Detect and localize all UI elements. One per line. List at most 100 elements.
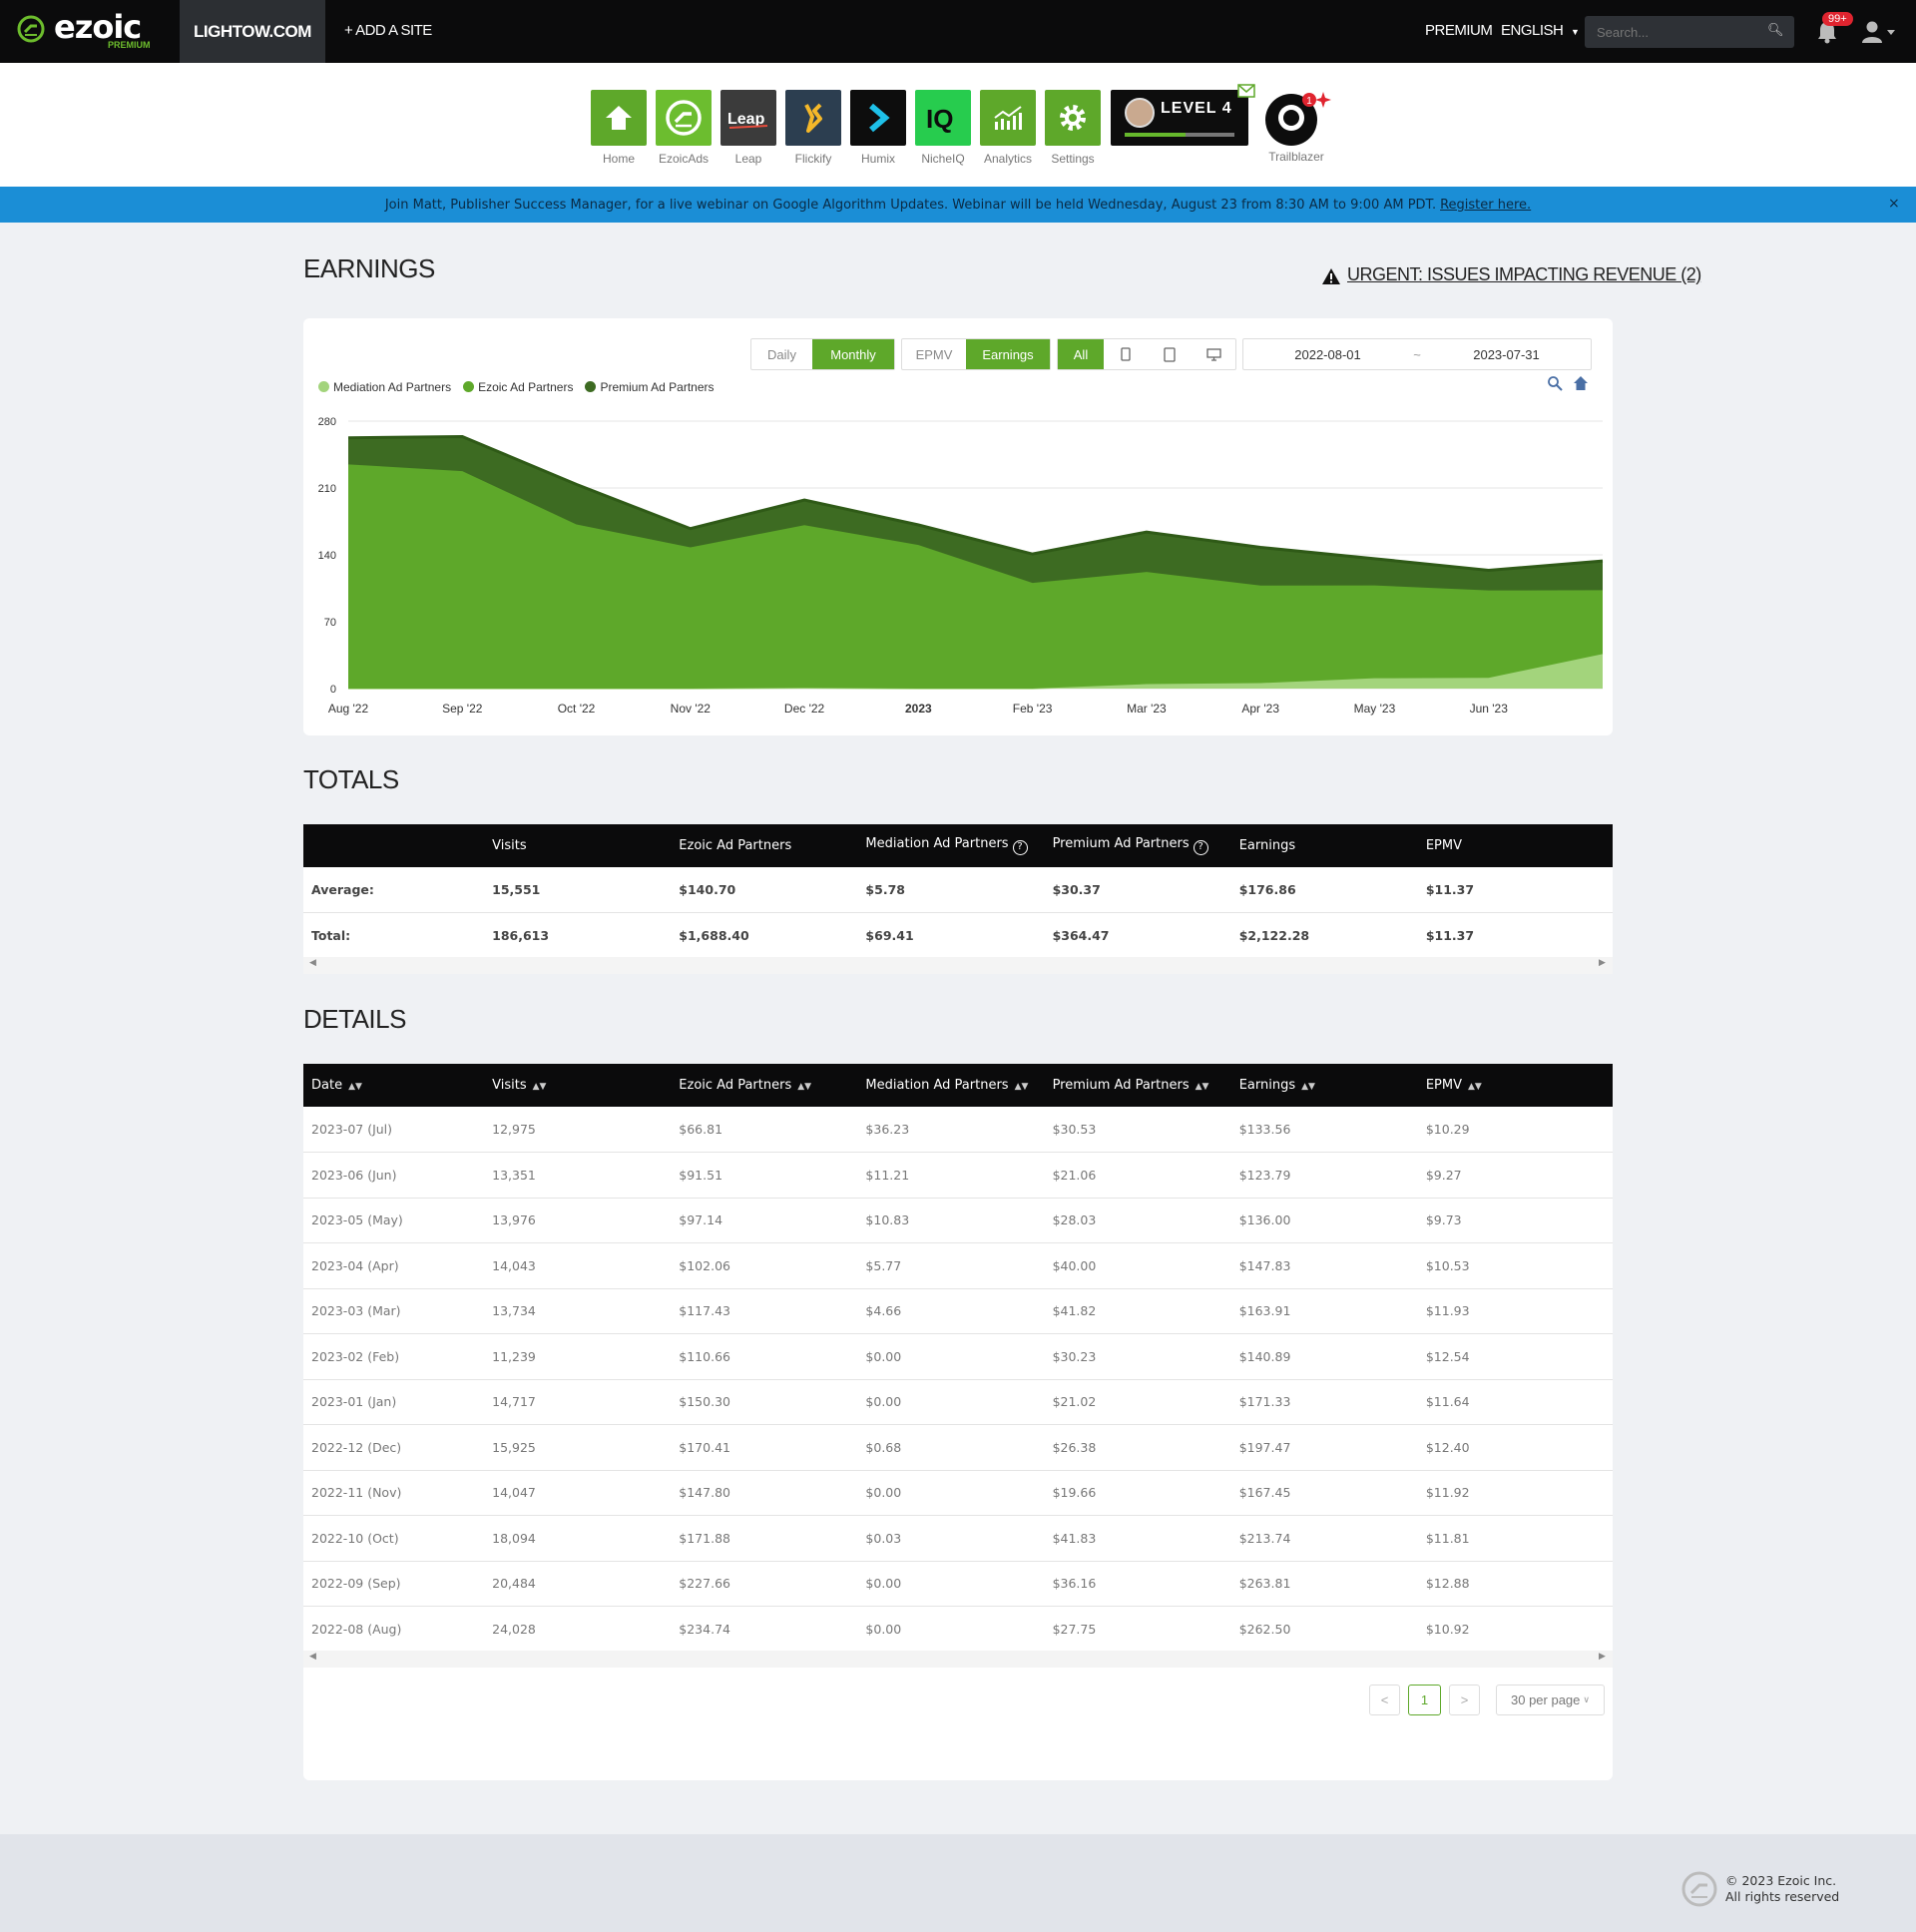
device-tablet-button[interactable] xyxy=(1148,339,1192,369)
details-horizontal-scrollbar[interactable]: ◀ ▶ xyxy=(303,1651,1613,1668)
zoom-icon[interactable] xyxy=(1547,375,1563,391)
banner-close-icon[interactable]: × xyxy=(1888,196,1900,212)
scroll-right-icon[interactable]: ▶ xyxy=(1599,958,1606,968)
app-trailblazer[interactable]: 1 Trailblazer xyxy=(1261,90,1331,164)
x-tick-label: Mar '23 xyxy=(1127,702,1167,716)
earnings-area-chart: 0 70 140 210 280 Aug '22 Sep '22 Oct '22 Nov '22… xyxy=(318,416,1604,716)
table-cell: $262.50 xyxy=(1238,1606,1426,1653)
svg-text:IQ: IQ xyxy=(926,104,953,133)
table-cell: $163.91 xyxy=(1238,1288,1426,1334)
table-cell: 2023-07 (Jul) xyxy=(303,1107,493,1153)
app-home[interactable]: Home xyxy=(591,90,647,166)
sort-icon[interactable]: ▲▼ xyxy=(1196,1082,1209,1092)
page-1-button[interactable]: 1 xyxy=(1408,1685,1441,1715)
scroll-left-icon[interactable]: ◀ xyxy=(309,1652,316,1662)
table-row: Total: 186,613 $1,688.40 $69.41 $364.47 $2,12… xyxy=(303,912,1613,959)
register-link[interactable]: Register here. xyxy=(1440,198,1531,213)
column-header[interactable]: EPMV ▲▼ xyxy=(1425,1064,1613,1107)
level-widget[interactable]: LEVEL 4 xyxy=(1111,84,1255,146)
app-humix[interactable]: Humix xyxy=(850,90,906,166)
search-icon[interactable]: 🔍︎ xyxy=(1767,23,1784,38)
urgent-issues-link[interactable]: URGENT: ISSUES IMPACTING REVENUE (2) xyxy=(1347,264,1701,285)
table-row: 2022-09 (Sep) 20,484 $227.66 $0.00 $36.16 $26… xyxy=(303,1561,1613,1607)
table-cell: $147.83 xyxy=(1238,1242,1426,1289)
device-desktop-button[interactable] xyxy=(1192,339,1235,369)
y-tick-label: 0 xyxy=(330,684,336,696)
flickify-icon xyxy=(785,90,841,146)
mail-icon[interactable] xyxy=(1237,84,1255,98)
mobile-icon xyxy=(1121,347,1131,361)
user-menu-icon[interactable] xyxy=(1860,20,1896,44)
device-mobile-button[interactable] xyxy=(1104,339,1148,369)
app-leap[interactable]: Leap Leap xyxy=(720,90,776,166)
ezoic-logo-icon xyxy=(17,15,45,43)
table-cell: 13,976 xyxy=(492,1198,680,1243)
add-site-link[interactable]: + ADD A SITE xyxy=(344,22,432,39)
legend-item-ezoic[interactable]: Ezoic Ad Partners xyxy=(463,380,573,394)
legend-item-mediation[interactable]: Mediation Ad Partners xyxy=(318,380,451,394)
scroll-left-icon[interactable]: ◀ xyxy=(309,958,316,968)
date-end[interactable]: 2023-07-31 xyxy=(1422,339,1591,369)
premium-link[interactable]: PREMIUM xyxy=(1425,22,1493,39)
sort-icon[interactable]: ▲▼ xyxy=(1301,1082,1315,1092)
totals-horizontal-scrollbar[interactable]: ◀ ▶ xyxy=(303,957,1613,974)
column-header[interactable]: Earnings ▲▼ xyxy=(1238,1064,1426,1107)
reset-zoom-home-icon[interactable] xyxy=(1573,375,1589,391)
metric-epmv-button[interactable]: EPMV xyxy=(902,339,966,369)
table-cell: $147.80 xyxy=(679,1470,866,1516)
next-page-button[interactable]: > xyxy=(1449,1685,1480,1715)
table-cell: $10.29 xyxy=(1425,1107,1613,1153)
language-dropdown[interactable]: ENGLISH ▼ xyxy=(1501,22,1580,39)
date-start[interactable]: 2022-08-01 xyxy=(1243,339,1412,369)
sort-icon[interactable]: ▲▼ xyxy=(1468,1082,1482,1092)
table-cell: $176.86 xyxy=(1238,867,1426,913)
column-header[interactable]: Date ▲▼ xyxy=(303,1064,493,1107)
table-cell: 2023-06 (Jun) xyxy=(303,1152,493,1199)
sort-icon[interactable]: ▲▼ xyxy=(348,1082,362,1092)
prev-page-button[interactable]: < xyxy=(1369,1685,1400,1715)
scroll-right-icon[interactable]: ▶ xyxy=(1599,1652,1606,1662)
app-flickify[interactable]: Flickify xyxy=(785,90,841,166)
x-tick-label: Nov '22 xyxy=(671,702,712,716)
table-cell: $150.30 xyxy=(679,1379,866,1425)
sort-icon[interactable]: ▲▼ xyxy=(1015,1082,1029,1092)
period-monthly-button[interactable]: Monthly xyxy=(812,339,894,369)
site-tab-lightow[interactable]: LIGHTOW.COM xyxy=(180,0,325,63)
metric-earnings-button[interactable]: Earnings xyxy=(966,339,1050,369)
table-cell: $167.45 xyxy=(1238,1470,1426,1516)
period-daily-button[interactable]: Daily xyxy=(751,339,812,369)
settings-icon xyxy=(1045,90,1101,146)
table-cell: $41.83 xyxy=(1052,1515,1239,1562)
table-cell: $9.27 xyxy=(1425,1152,1613,1199)
table-cell: $227.66 xyxy=(679,1561,866,1607)
table-cell: $11.93 xyxy=(1425,1288,1613,1334)
earnings-title: EARNINGS xyxy=(303,253,435,283)
app-label: Leap xyxy=(734,152,762,166)
column-header[interactable]: Ezoic Ad Partners ▲▼ xyxy=(679,1064,866,1107)
column-header[interactable]: Visits ▲▼ xyxy=(492,1064,680,1107)
app-analytics[interactable]: Analytics xyxy=(980,90,1036,166)
per-page-select[interactable]: 30 per page ∨ xyxy=(1496,1685,1605,1715)
date-range-picker[interactable]: 2022-08-01 ~ 2023-07-31 xyxy=(1242,338,1592,370)
help-icon[interactable]: ? xyxy=(1012,840,1028,855)
search-input[interactable] xyxy=(1585,16,1794,48)
legend-item-premium[interactable]: Premium Ad Partners xyxy=(585,380,715,394)
table-cell: $30.37 xyxy=(1052,867,1239,913)
table-cell: 13,734 xyxy=(492,1288,680,1334)
ezoic-logo[interactable]: ezoic PREMIUM xyxy=(16,8,166,54)
sort-icon[interactable]: ▲▼ xyxy=(533,1082,547,1092)
app-settings[interactable]: Settings xyxy=(1045,90,1101,166)
footer: © 2023 Ezoic Inc. All rights reserved xyxy=(0,1834,1916,1932)
table-cell: $364.47 xyxy=(1052,912,1239,959)
table-row: 2023-02 (Feb) 11,239 $110.66 $0.00 $30.23 $14… xyxy=(303,1333,1613,1380)
sort-icon[interactable]: ▲▼ xyxy=(797,1082,811,1092)
app-nicheiq[interactable]: IQ NicheIQ xyxy=(915,90,971,166)
column-header[interactable]: Premium Ad Partners ▲▼ xyxy=(1052,1064,1239,1107)
app-ezoicads[interactable]: EzoicAds xyxy=(656,90,712,166)
table-cell: $0.00 xyxy=(865,1606,1053,1653)
device-all-button[interactable]: All xyxy=(1058,339,1104,369)
table-cell: $11.21 xyxy=(865,1152,1053,1199)
help-icon[interactable]: ? xyxy=(1193,840,1208,855)
column-header[interactable]: Mediation Ad Partners ▲▼ xyxy=(865,1064,1053,1107)
app-label: Trailblazer xyxy=(1268,150,1324,164)
